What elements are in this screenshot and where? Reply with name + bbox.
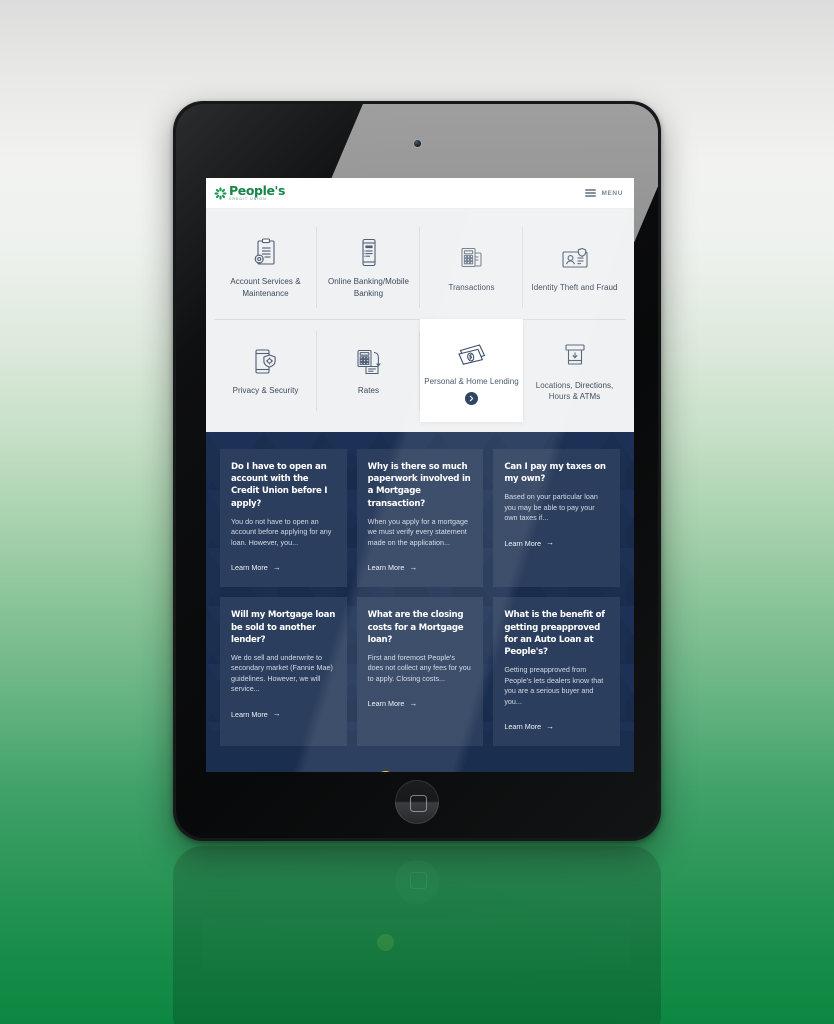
tile-locations[interactable]: Locations, Directions, Hours & ATMs [523,319,626,422]
tile-online-banking[interactable]: Online Banking/Mobile Banking [317,216,420,319]
front-camera-icon [413,140,421,147]
learn-more-link[interactable]: Learn More → [368,699,418,708]
arrow-right-icon: → [409,562,418,572]
tile-label: Privacy & Security [232,386,299,396]
faq-card[interactable]: What is the benefit of getting preapprov… [493,597,620,747]
tile-privacy-security[interactable]: Privacy & Security [214,319,317,422]
site-header: People's CREDIT UNION MENU [206,178,634,209]
phone-lock-shield-icon [253,345,279,379]
tablet-reflection [173,846,661,1024]
learn-more-link[interactable]: Learn More → [231,710,281,719]
faq-card-title: Will my Mortgage loan be sold to another… [231,610,336,645]
tile-personal-home-lending[interactable]: Personal & Home Lending [420,319,523,422]
calculator-document-icon [355,345,383,379]
pagination: ← Back 1 2 3 ... 7 Next → [220,746,620,772]
faq-card-excerpt: When you apply for a mortgage we must ve… [367,516,468,547]
tile-label: Account Services & Maintenance [230,277,301,298]
learn-more-link[interactable]: Learn More → [231,563,281,572]
learn-more-label: Learn More [367,563,405,573]
reflection-body [173,846,661,1024]
arrow-right-icon: → [546,538,555,548]
hamburger-icon [585,189,597,197]
faq-card-excerpt: First and foremost People's does not col… [367,652,471,683]
tile-rates[interactable]: Rates [317,319,420,422]
arrow-right-icon: → [546,721,555,731]
pagination-page-list: 1 2 3 ... 7 [376,770,464,772]
tile-account-services[interactable]: Account Services & Maintenance [214,216,317,319]
reflection-strip [203,918,631,970]
faq-section: Do I have to open an account with the Cr… [206,432,634,772]
home-button[interactable] [395,780,439,824]
faq-card-title: Why is there so much paperwork involved … [367,462,471,509]
arrow-right-icon: → [272,709,281,719]
learn-more-link[interactable]: Learn More → [504,539,554,548]
tile-label: Transactions [448,282,495,292]
tablet-screen: People's CREDIT UNION MENU Account Servi… [206,178,634,772]
faq-card[interactable]: Why is there so much paperwork involved … [356,449,484,588]
faq-card-excerpt: Based on your particular loan you may be… [504,492,598,523]
menu-button[interactable]: MENU [585,189,623,197]
arrow-right-icon: → [409,698,418,708]
learn-more-label: Learn More [231,563,268,573]
calculator-receipt-icon [458,242,486,276]
clipboard-gear-icon [253,236,279,270]
tile-identity-theft[interactable]: Identity Theft and Fraud [523,216,626,319]
tile-label: Locations, Directions, Hours & ATMs [535,380,614,402]
tablet-bezel: People's CREDIT UNION MENU Account Servi… [176,104,658,838]
learn-more-link[interactable]: Learn More → [504,722,554,731]
pagination-page-current[interactable]: 1 [376,770,394,772]
reflection-home-button [395,860,439,904]
tile-label: Personal & Home Lending [424,376,519,386]
tile-transactions[interactable]: Transactions [420,216,523,319]
faq-card[interactable]: What are the closing costs for a Mortgag… [356,597,484,747]
tile-label: Identity Theft and Fraud [531,282,618,292]
logo-subtitle: CREDIT UNION [229,196,267,201]
faq-card-excerpt: You do not have to open an account befor… [231,516,332,547]
site-logo[interactable]: People's CREDIT UNION [214,182,286,201]
faq-card-grid: Do I have to open an account with the Cr… [220,449,620,747]
atm-machine-icon [562,340,588,374]
faq-card[interactable]: Do I have to open an account with the Cr… [220,449,347,588]
mobile-phone-icon [359,236,379,270]
learn-more-label: Learn More [231,709,268,719]
faq-card-excerpt: We do sell and underwrite to secondary m… [231,652,333,694]
faq-card-title: Can I pay my taxes on my own? [504,462,606,485]
faq-card[interactable]: Will my Mortgage loan be sold to another… [220,597,347,747]
category-tile-grid: Account Services & Maintenance Online Ba… [206,209,634,432]
learn-more-label: Learn More [367,699,405,709]
menu-label: MENU [601,189,623,197]
faq-card-title: What is the benefit of getting preapprov… [504,610,605,657]
learn-more-label: Learn More [504,722,542,732]
chevron-right-icon[interactable] [465,392,478,406]
tile-label: Online Banking/Mobile Banking [327,277,410,298]
starburst-flower-icon [214,186,227,200]
arrow-right-icon: → [272,562,281,572]
faq-card[interactable]: Can I pay my taxes on my own? Based on y… [493,449,620,588]
learn-more-label: Learn More [504,538,542,548]
logo-wordmark: People's [229,182,286,198]
reflection-fade-mask [173,846,661,1024]
cash-money-icon [456,336,488,370]
tablet-device: People's CREDIT UNION MENU Account Servi… [173,101,661,841]
id-card-shield-icon [560,242,590,276]
faq-card-title: What are the closing costs for a Mortgag… [367,610,464,645]
reflection-accent-dot [377,934,394,951]
faq-card-excerpt: Getting preapproved from People's lets d… [504,665,604,706]
tile-label: Rates [357,386,380,396]
faq-card-title: Do I have to open an account with the Cr… [231,462,328,509]
learn-more-link[interactable]: Learn More → [368,563,418,572]
